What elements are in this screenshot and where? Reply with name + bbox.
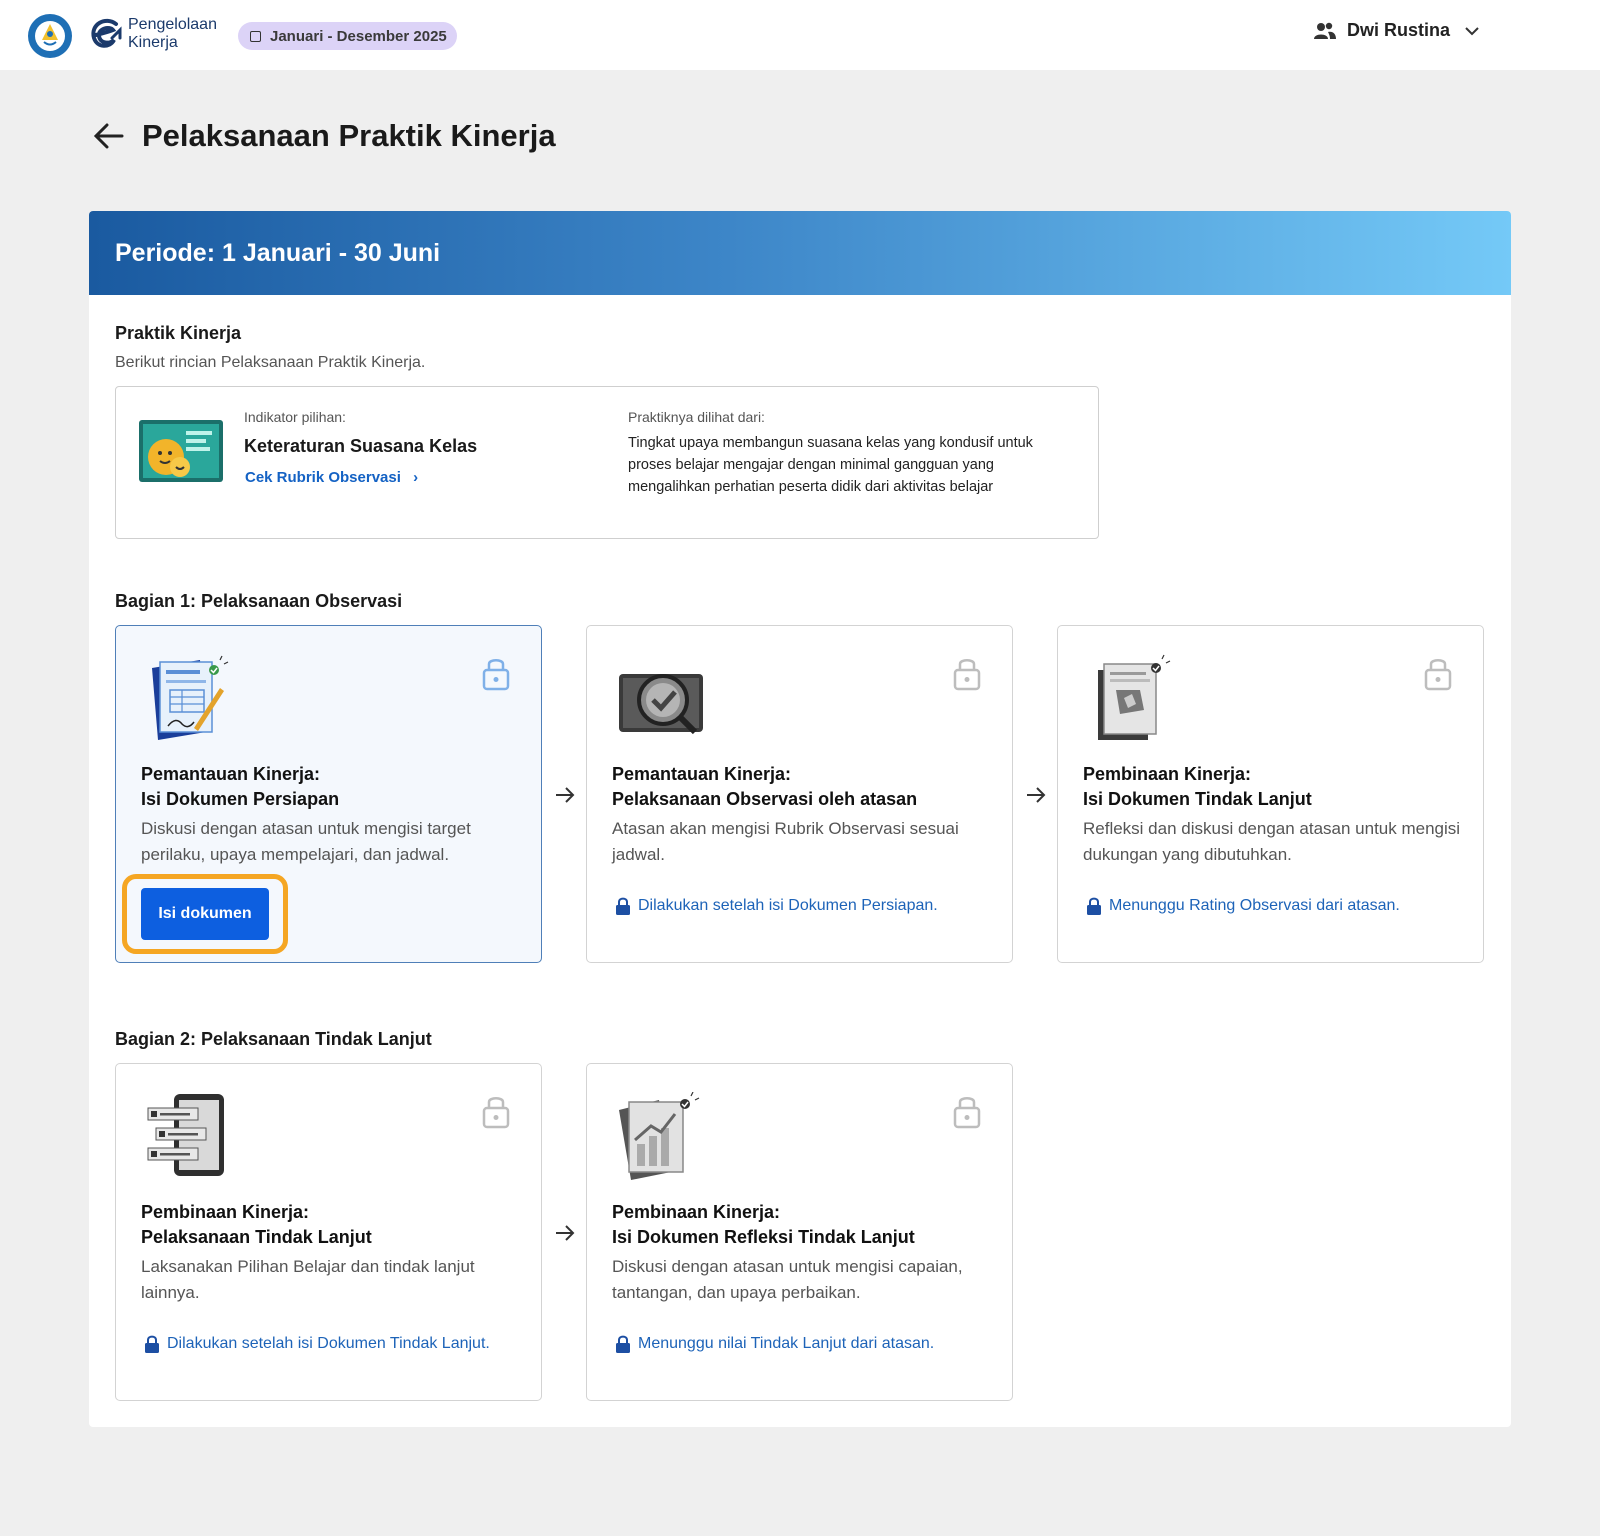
step-locked-note-text: Dilakukan setelah isi Dokumen Tindak Lan…: [167, 1335, 490, 1352]
lock-icon: [953, 1097, 981, 1129]
step-title-line-2: Isi Dokumen Refleksi Tindak Lanjut: [612, 1227, 915, 1247]
page-header: Pelaksanaan Praktik Kinerja: [92, 118, 556, 154]
document-form-illustration-icon: [152, 655, 229, 740]
indicator-box: Indikator pilihan: Keteraturan Suasana K…: [115, 386, 1099, 539]
step-locked-note: Menunggu nilai Tindak Lanjut dari atasan…: [615, 1334, 934, 1354]
top-bar: Pengelolaan Kinerja Januari - Desember 2…: [0, 0, 1600, 70]
period-chip[interactable]: Januari - Desember 2025: [238, 22, 457, 50]
chevron-right-icon: ›: [413, 469, 419, 486]
praktik-kinerja-subtitle: Berikut rincian Pelaksanaan Praktik Kine…: [115, 354, 426, 371]
step-title: Pembinaan Kinerja: Isi Dokumen Tindak La…: [1083, 762, 1312, 812]
indicator-name: Keteraturan Suasana Kelas: [244, 436, 478, 456]
lock-icon: [953, 659, 981, 691]
section-2-title: Bagian 2: Pelaksanaan Tindak Lanjut: [115, 1029, 432, 1049]
step-card-pelaksanaan-tindak-lanjut: Pembinaan Kinerja: Pelaksanaan Tindak La…: [115, 1063, 542, 1401]
lock-icon: [616, 1335, 630, 1353]
calendar-square-icon: [250, 30, 261, 42]
step-title-line-2: Isi Dokumen Tindak Lanjut: [1083, 789, 1312, 809]
step-title-line-1: Pemantauan Kinerja:: [612, 764, 792, 784]
users-icon: [1313, 22, 1336, 39]
observation-magnifier-illustration-icon: [619, 674, 703, 735]
checklist-phone-illustration-icon: [147, 1094, 224, 1176]
step-title-line-1: Pemantauan Kinerja:: [141, 764, 321, 784]
step-title: Pembinaan Kinerja: Pelaksanaan Tindak La…: [141, 1200, 372, 1250]
brand-name: Pengelolaan Kinerja: [128, 16, 217, 52]
page-title: Pelaksanaan Praktik Kinerja: [142, 118, 556, 153]
app-brand[interactable]: Pengelolaan Kinerja: [86, 14, 217, 54]
brand-logo-icon: [91, 18, 122, 48]
step-card-isi-dokumen-persiapan: Pemantauan Kinerja: Isi Dokumen Persiapa…: [115, 625, 542, 963]
cek-rubrik-link[interactable]: Cek Rubrik Observasi ›: [245, 469, 418, 486]
step-locked-note-text: Menunggu nilai Tindak Lanjut dari atasan…: [638, 1335, 935, 1352]
step-title-line-2: Pelaksanaan Observasi oleh atasan: [612, 789, 918, 809]
step-title-line-1: Pembinaan Kinerja:: [612, 1202, 781, 1222]
step-title: Pembinaan Kinerja: Isi Dokumen Refleksi …: [612, 1200, 915, 1250]
tut-wuri-handayani-logo-icon[interactable]: [28, 14, 72, 58]
praktik-seen-label: Praktiknya dilihat dari:: [628, 409, 765, 425]
document-followup-illustration-icon: [1098, 654, 1171, 740]
user-name: Dwi Rustina: [1346, 20, 1450, 40]
chevron-down-icon: [1465, 26, 1479, 35]
step-description: Refleksi dan diskusi dengan atasan untuk…: [1083, 819, 1461, 864]
back-arrow-icon[interactable]: [92, 119, 126, 153]
step-locked-note: Menunggu Rating Observasi dari atasan.: [1086, 896, 1400, 916]
step-card-refleksi-tindak-lanjut: Pembinaan Kinerja: Isi Dokumen Refleksi …: [586, 1063, 1013, 1401]
step-description: Diskusi dengan atasan untuk mengisi targ…: [141, 819, 471, 864]
brand-line-1: Pengelolaan: [128, 16, 217, 33]
step-title: Pemantauan Kinerja: Pelaksanaan Observas…: [612, 762, 917, 812]
lock-open-icon: [482, 659, 510, 691]
arrow-right-icon: [1027, 787, 1046, 803]
period-banner-title: Periode: 1 Januari - 30 Juni: [115, 238, 441, 267]
indicator-label: Indikator pilihan:: [244, 409, 346, 425]
step-card-pelaksanaan-observasi: Pemantauan Kinerja: Pelaksanaan Observas…: [586, 625, 1013, 963]
step-title: Pemantauan Kinerja: Isi Dokumen Persiapa…: [141, 762, 339, 812]
step-card-isi-dokumen-tindak-lanjut: Pembinaan Kinerja: Isi Dokumen Tindak La…: [1057, 625, 1484, 963]
period-banner: Periode: 1 Januari - 30 Juni: [89, 211, 1511, 295]
step-title-line-1: Pembinaan Kinerja:: [1083, 764, 1252, 784]
period-chip-label: Januari - Desember 2025: [270, 27, 447, 45]
step-description: Atasan akan mengisi Rubrik Observasi ses…: [612, 819, 959, 864]
step-locked-note-text: Menunggu Rating Observasi dari atasan.: [1109, 897, 1400, 914]
lock-icon: [1424, 659, 1452, 691]
step-description: Laksanakan Pilihan Belajar dan tindak la…: [141, 1257, 475, 1302]
user-menu[interactable]: Dwi Rustina: [1313, 20, 1490, 41]
step-locked-note-text: Dilakukan setelah isi Dokumen Persiapan.: [638, 897, 938, 914]
praktik-seen-text: Tingkat upaya membangun suasana kelas ya…: [628, 435, 1033, 495]
main-card: Periode: 1 Januari - 30 Juni Praktik Kin…: [89, 211, 1511, 1427]
arrow-right-icon: [556, 787, 575, 803]
step-locked-note: Dilakukan setelah isi Dokumen Persiapan.: [615, 896, 938, 916]
step-title-line-2: Isi Dokumen Persiapan: [141, 789, 340, 809]
cek-rubrik-link-label: Cek Rubrik Observasi: [245, 469, 401, 486]
lock-icon: [616, 897, 630, 915]
isi-dokumen-button[interactable]: Isi dokumen: [141, 888, 269, 940]
lock-icon: [145, 1335, 159, 1353]
section-1-title: Bagian 1: Pelaksanaan Observasi: [115, 591, 403, 611]
lock-icon: [1087, 897, 1101, 915]
brand-line-2: Kinerja: [128, 34, 178, 51]
step-title-line-2: Pelaksanaan Tindak Lanjut: [141, 1227, 372, 1247]
arrow-right-icon: [556, 1225, 575, 1241]
classroom-illustration-icon: [139, 420, 223, 482]
step-locked-note: Dilakukan setelah isi Dokumen Tindak Lan…: [144, 1334, 490, 1354]
praktik-kinerja-title: Praktik Kinerja: [115, 323, 242, 343]
step-description: Diskusi dengan atasan untuk mengisi capa…: [612, 1257, 963, 1302]
report-chart-illustration-icon: [619, 1092, 700, 1180]
step-title-line-1: Pembinaan Kinerja:: [141, 1202, 310, 1222]
lock-icon: [482, 1097, 510, 1129]
